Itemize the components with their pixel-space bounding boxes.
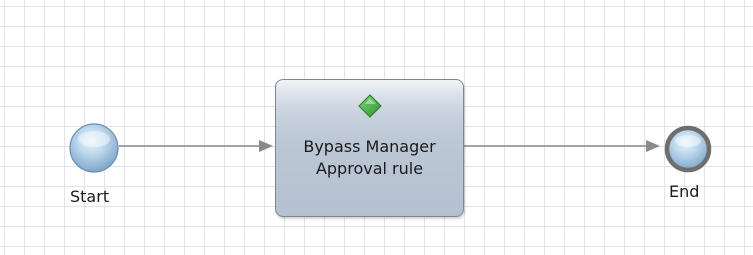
start-event[interactable] [69, 123, 119, 173]
task-label-line-2: Approval rule [315, 159, 424, 178]
task-label-line-1: Bypass Manager [303, 137, 436, 156]
end-event-label: End [669, 182, 700, 201]
task-bypass-manager-approval-rule[interactable]: Bypass Manager Approval rule [275, 79, 464, 217]
green-diamond-icon [358, 94, 382, 118]
arrowhead-icon [259, 140, 273, 152]
end-event[interactable] [664, 125, 712, 173]
process-canvas[interactable]: Start Bypass Manager Approval rule End [0, 0, 753, 255]
arrowhead-icon [646, 140, 660, 152]
sequence-flow-task-to-end[interactable] [464, 140, 660, 152]
sequence-flow-start-to-task[interactable] [119, 140, 273, 152]
task-label: Bypass Manager Approval rule [276, 136, 463, 180]
start-event-label: Start [70, 187, 110, 206]
